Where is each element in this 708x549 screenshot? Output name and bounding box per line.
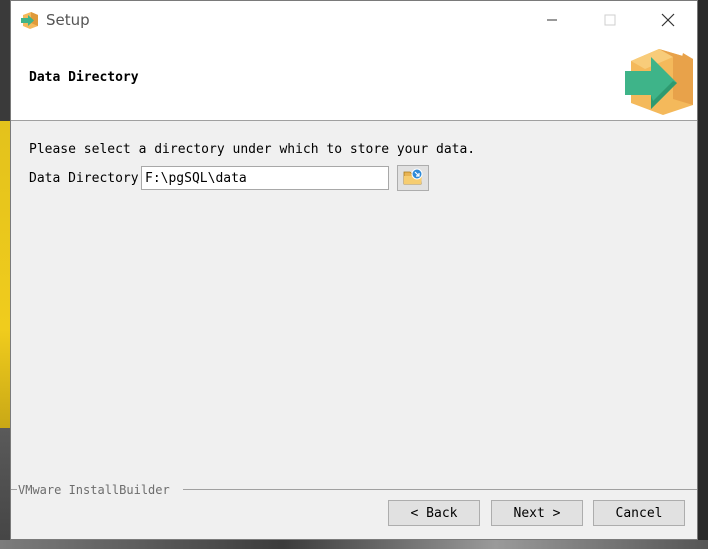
footer-divider-left (11, 489, 17, 490)
data-directory-label: Data Directory (29, 171, 139, 186)
back-button[interactable]: < Back (388, 500, 480, 526)
desktop-background-bottom (0, 540, 708, 549)
cancel-button[interactable]: Cancel (593, 500, 685, 526)
title-bar[interactable]: Setup (11, 1, 697, 39)
footer-divider (183, 489, 697, 490)
app-icon (20, 10, 40, 30)
content-panel: Please select a directory under which to… (11, 121, 697, 481)
close-icon[interactable] (645, 1, 691, 39)
next-button[interactable]: Next > (491, 500, 583, 526)
page-header: Data Directory (11, 39, 697, 121)
maximize-icon[interactable] (587, 1, 633, 39)
page-title: Data Directory (29, 70, 139, 85)
setup-window: Setup Data Directory Please select a dir… (10, 0, 698, 540)
minimize-icon[interactable] (529, 1, 575, 39)
installer-brand: VMware InstallBuilder (18, 483, 170, 497)
instruction-text: Please select a directory under which to… (29, 142, 476, 157)
folder-browse-icon (402, 167, 424, 190)
window-title: Setup (46, 11, 90, 29)
browse-button[interactable] (397, 165, 429, 191)
data-directory-input[interactable] (141, 166, 389, 190)
installer-box-arrow-icon (623, 45, 695, 115)
